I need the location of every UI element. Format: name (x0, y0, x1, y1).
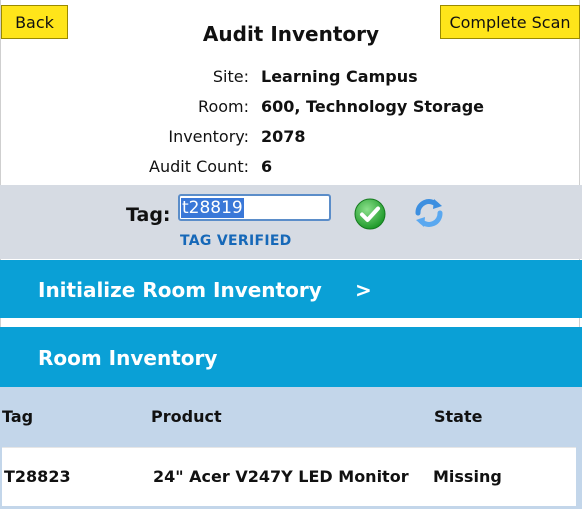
page-title-text: Audit Inventory (202, 22, 380, 46)
initialize-room-inventory-button[interactable]: Initialize Room Inventory > (0, 260, 582, 318)
site-row: Site: Learning Campus (0, 67, 582, 89)
room-inventory-header: Room Inventory (0, 327, 582, 387)
audit-count-label: Audit Count: (149, 157, 249, 176)
audit-count-value: 6 (261, 157, 273, 176)
inventory-value: 2078 (261, 127, 306, 146)
room-inventory-label: Room Inventory (38, 346, 218, 370)
room-value: 600, Technology Storage (261, 97, 485, 116)
site-label: Site: (212, 67, 249, 86)
check-icon[interactable] (354, 198, 386, 230)
row-product: 24" Acer V247Y LED Monitor (153, 467, 409, 486)
row-state: Missing (433, 467, 502, 486)
tag-status: TAG VERIFIED (180, 233, 292, 249)
inventory-row: Inventory: 2078 (0, 127, 582, 149)
inventory-table-header: Tag Product State (0, 387, 582, 445)
row-tag: T28823 (4, 467, 71, 486)
inventory-label: Inventory: (168, 127, 249, 146)
room-label: Room: (198, 97, 249, 116)
page-title: Audit Inventory (0, 22, 582, 46)
column-header-state: State (434, 407, 483, 426)
column-header-tag: Tag (2, 407, 34, 426)
refresh-icon[interactable] (412, 196, 446, 230)
column-header-product: Product (151, 407, 222, 426)
initialize-room-inventory-label: Initialize Room Inventory (38, 278, 322, 302)
room-row: Room: 600, Technology Storage (0, 97, 582, 119)
chevron-right-icon: > (355, 278, 372, 302)
site-value: Learning Campus (261, 67, 418, 86)
tag-label: Tag: (126, 204, 171, 226)
audit-count-row: Audit Count: 6 (0, 157, 582, 179)
table-row[interactable]: T28823 24" Acer V247Y LED Monitor Missin… (2, 447, 576, 506)
tag-input-selected-text: t28819 (181, 198, 244, 218)
